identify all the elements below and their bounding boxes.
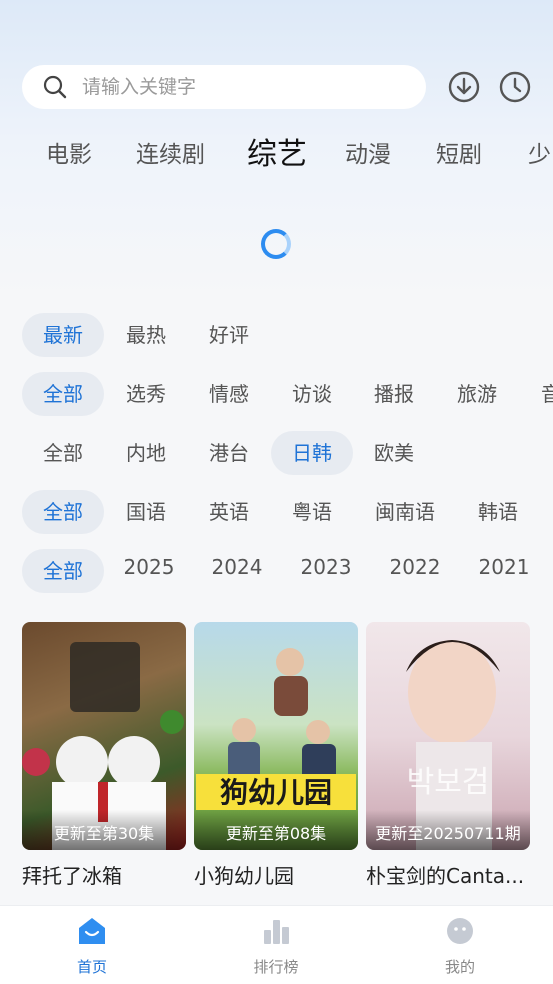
content-card[interactable]: 狗幼儿园 更新至第08集 小狗幼儿园	[194, 622, 358, 889]
chip-region-west[interactable]: 欧美	[353, 431, 435, 475]
home-icon	[77, 916, 107, 946]
tab-kids[interactable]: 少	[528, 135, 551, 169]
filter-row-sort: 最新 最热 好评	[0, 313, 553, 357]
svg-text:박보검: 박보검	[407, 765, 490, 800]
nav-home[interactable]: 首页	[0, 906, 184, 984]
chip-lang-mandarin[interactable]: 国语	[105, 490, 187, 534]
chip-lang-hokkien[interactable]: 闽南语	[360, 490, 450, 534]
card-title: 小狗幼儿园	[194, 864, 294, 888]
chip-year-2022[interactable]: 2022	[374, 549, 456, 589]
chip-year-2024[interactable]: 2024	[196, 549, 278, 589]
ranking-icon	[261, 916, 291, 946]
tab-anime[interactable]: 动漫	[345, 135, 391, 169]
chip-genre-romance[interactable]: 情感	[188, 372, 270, 416]
loading-spinner	[261, 229, 291, 259]
tab-series[interactable]: 连续剧	[136, 135, 205, 169]
content-grid: 更新至第30集 拜托了冰箱 狗幼儿园 更新至第08集 小狗幼儿园 박보검 更新至…	[22, 622, 553, 892]
category-tabs: 电影 连续剧 综艺 动漫 短剧 少	[0, 125, 553, 175]
nav-ranking[interactable]: 排行榜	[184, 906, 368, 984]
chip-year-all[interactable]: 全部	[22, 549, 104, 593]
poster-image: 更新至第30集	[22, 622, 186, 850]
chip-genre-talent[interactable]: 选秀	[105, 372, 187, 416]
filter-row-language: 全部 国语 英语 粤语 闽南语 韩语	[0, 490, 553, 534]
chip-region-mainland[interactable]: 内地	[105, 431, 187, 475]
card-title: 朴宝剑的Canta...	[366, 864, 525, 888]
chip-genre-music[interactable]: 音	[519, 372, 553, 416]
search-icon	[42, 74, 68, 100]
chip-lang-english[interactable]: 英语	[188, 490, 270, 534]
chip-year-2023[interactable]: 2023	[285, 549, 367, 589]
card-title: 拜托了冰箱	[22, 864, 122, 888]
content-card[interactable]: 更新至第30集 拜托了冰箱	[22, 622, 186, 889]
download-icon[interactable]	[447, 70, 481, 104]
chip-lang-korean[interactable]: 韩语	[457, 490, 539, 534]
history-icon[interactable]	[498, 70, 532, 104]
chip-lang-cantonese[interactable]: 粤语	[271, 490, 353, 534]
tab-movie[interactable]: 电影	[46, 135, 92, 169]
search-bar[interactable]	[22, 65, 426, 109]
chip-region-all[interactable]: 全部	[22, 431, 104, 475]
chip-genre-news[interactable]: 播报	[353, 372, 435, 416]
chip-sort-hottest[interactable]: 最热	[105, 313, 187, 357]
chip-year-2025[interactable]: 2025	[108, 549, 190, 589]
tab-short-drama[interactable]: 短剧	[436, 135, 482, 169]
filter-row-region: 全部 内地 港台 日韩 欧美	[0, 431, 553, 475]
chip-genre-talk[interactable]: 访谈	[271, 372, 353, 416]
search-input[interactable]	[80, 75, 384, 99]
bottom-nav: 首页 排行榜 我的	[0, 905, 553, 984]
svg-text:狗幼儿园: 狗幼儿园	[220, 776, 332, 809]
chip-region-hk-tw[interactable]: 港台	[188, 431, 270, 475]
tab-variety[interactable]: 综艺	[247, 129, 307, 173]
profile-icon	[445, 916, 475, 946]
filter-row-year: 全部 2025 2024 2023 2022 2021	[0, 549, 553, 593]
poster-image: 박보검 更新至20250711期	[366, 622, 530, 850]
chip-genre-travel[interactable]: 旅游	[436, 372, 518, 416]
chip-sort-latest[interactable]: 最新	[22, 313, 104, 357]
chip-genre-all[interactable]: 全部	[22, 372, 104, 416]
nav-profile[interactable]: 我的	[368, 906, 552, 984]
filter-row-genre: 全部 选秀 情感 访谈 播报 旅游 音	[0, 372, 553, 416]
poster-image: 狗幼儿园 更新至第08集	[194, 622, 358, 850]
chip-lang-all[interactable]: 全部	[22, 490, 104, 534]
chip-sort-top-rated[interactable]: 好评	[188, 313, 270, 357]
chip-region-jp-kr[interactable]: 日韩	[271, 431, 353, 475]
content-card[interactable]: 박보검 更新至20250711期 朴宝剑的Canta...	[366, 622, 530, 889]
chip-year-2021[interactable]: 2021	[463, 549, 545, 589]
